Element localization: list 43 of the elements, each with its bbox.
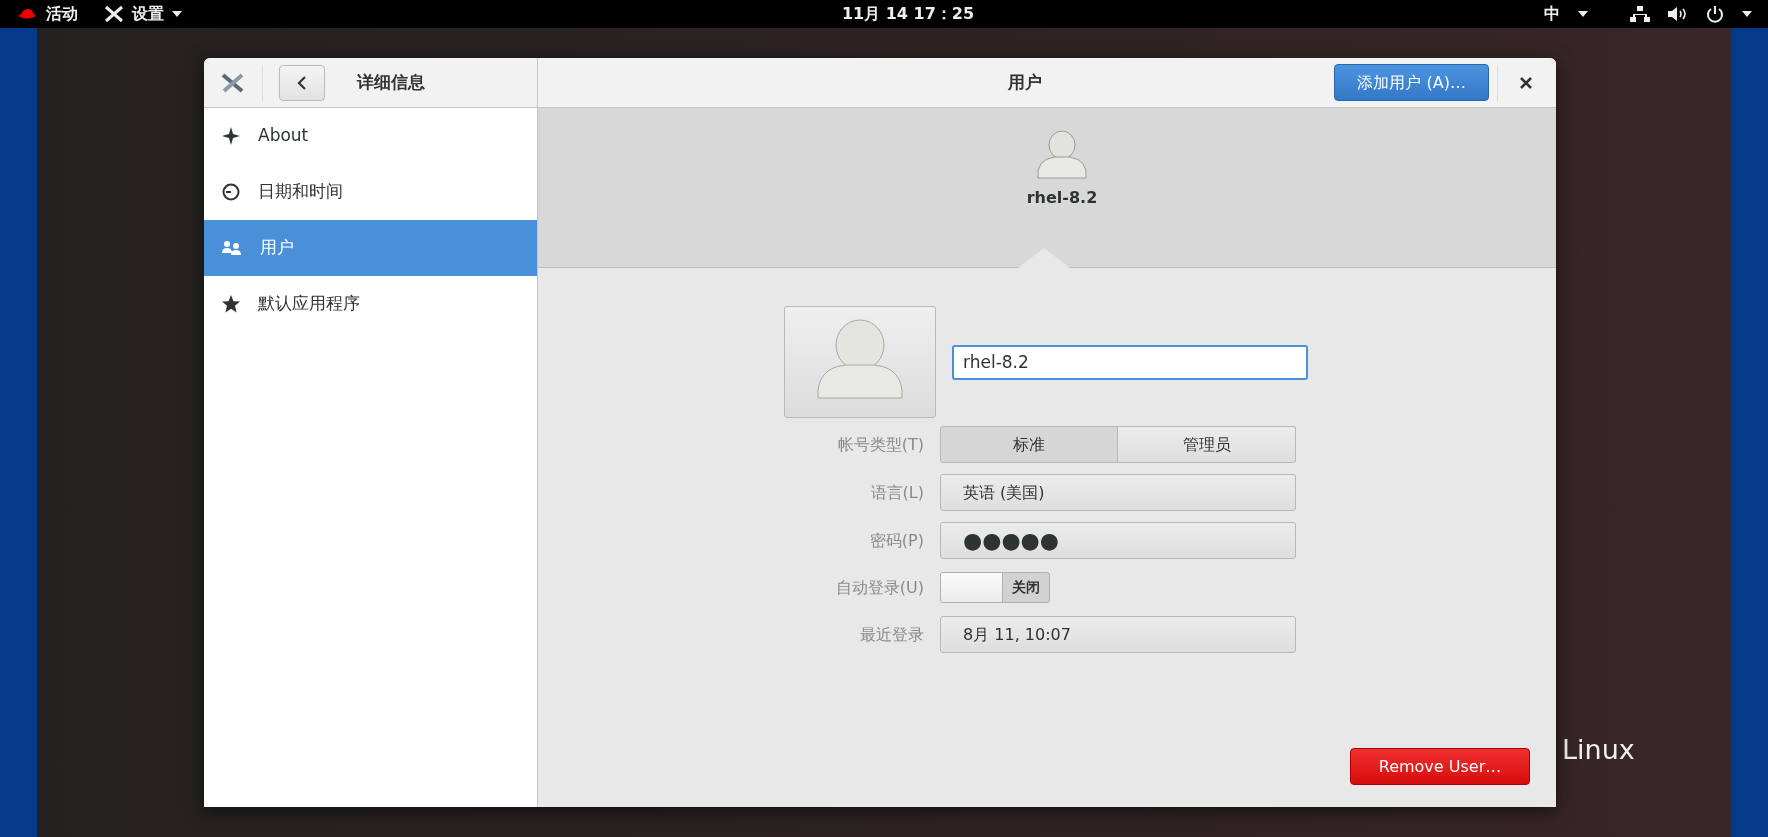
password-button[interactable]: ●●●●● (940, 522, 1296, 559)
field-label: 最近登录 (859, 623, 924, 646)
account-type-option[interactable]: 管理员 (1118, 426, 1296, 463)
activities-button[interactable]: 活动 (46, 2, 78, 26)
volume-icon[interactable] (1668, 6, 1688, 22)
sparkle-icon (222, 127, 240, 145)
field-label: 帐号类型(T) (836, 433, 924, 456)
caret-icon (1742, 11, 1752, 17)
sidebar-item[interactable]: 默认应用程序 (204, 276, 537, 332)
wallpaper-text: Linux (1562, 733, 1635, 767)
auto-login-switch[interactable]: 关闭 (940, 572, 1050, 603)
remove-user-button[interactable]: Remove User… (1350, 748, 1530, 785)
star-icon (222, 295, 240, 313)
user-name: rhel-8.2 (1026, 187, 1098, 209)
network-icon[interactable] (1630, 6, 1650, 22)
pointer-notch (1018, 248, 1070, 268)
back-button[interactable] (279, 64, 325, 101)
language-button[interactable]: 英语 (美国) (940, 474, 1296, 511)
power-icon[interactable] (1706, 5, 1724, 23)
tools-icon (104, 5, 124, 23)
app-menu[interactable]: 设置 (132, 2, 164, 26)
caret-icon (1578, 11, 1588, 17)
sidebar-title: 详细信息 (357, 70, 425, 94)
sidebar-item[interactable]: 日期和时间 (204, 164, 537, 220)
last-login-value: 8月 11, 10:07 (940, 616, 1296, 653)
field-label: 密码(P) (868, 529, 924, 552)
back-icon (297, 74, 307, 91)
clock-icon (222, 183, 240, 201)
name-field[interactable]: rhel-8.2 (952, 344, 1308, 380)
clock[interactable]: 11月 14 17：25 (841, 2, 975, 26)
switch-state-text: 关闭 (1011, 578, 1041, 597)
add-user-button[interactable]: 添加用户 (A)… (1334, 64, 1489, 101)
tools-icon (220, 71, 246, 94)
people-icon (222, 241, 242, 255)
account-type-option[interactable]: 标准 (940, 426, 1118, 463)
caret-icon (172, 11, 182, 17)
close-icon (1520, 76, 1532, 89)
sidebar-item[interactable]: About (204, 108, 537, 164)
hat-icon[interactable] (16, 7, 38, 21)
field-label: 语言(L) (869, 481, 924, 504)
input-method-indicator[interactable]: 中 (1544, 2, 1560, 26)
field-label: 自动登录(U) (834, 576, 924, 599)
window-title: 用户 (1008, 70, 1042, 94)
